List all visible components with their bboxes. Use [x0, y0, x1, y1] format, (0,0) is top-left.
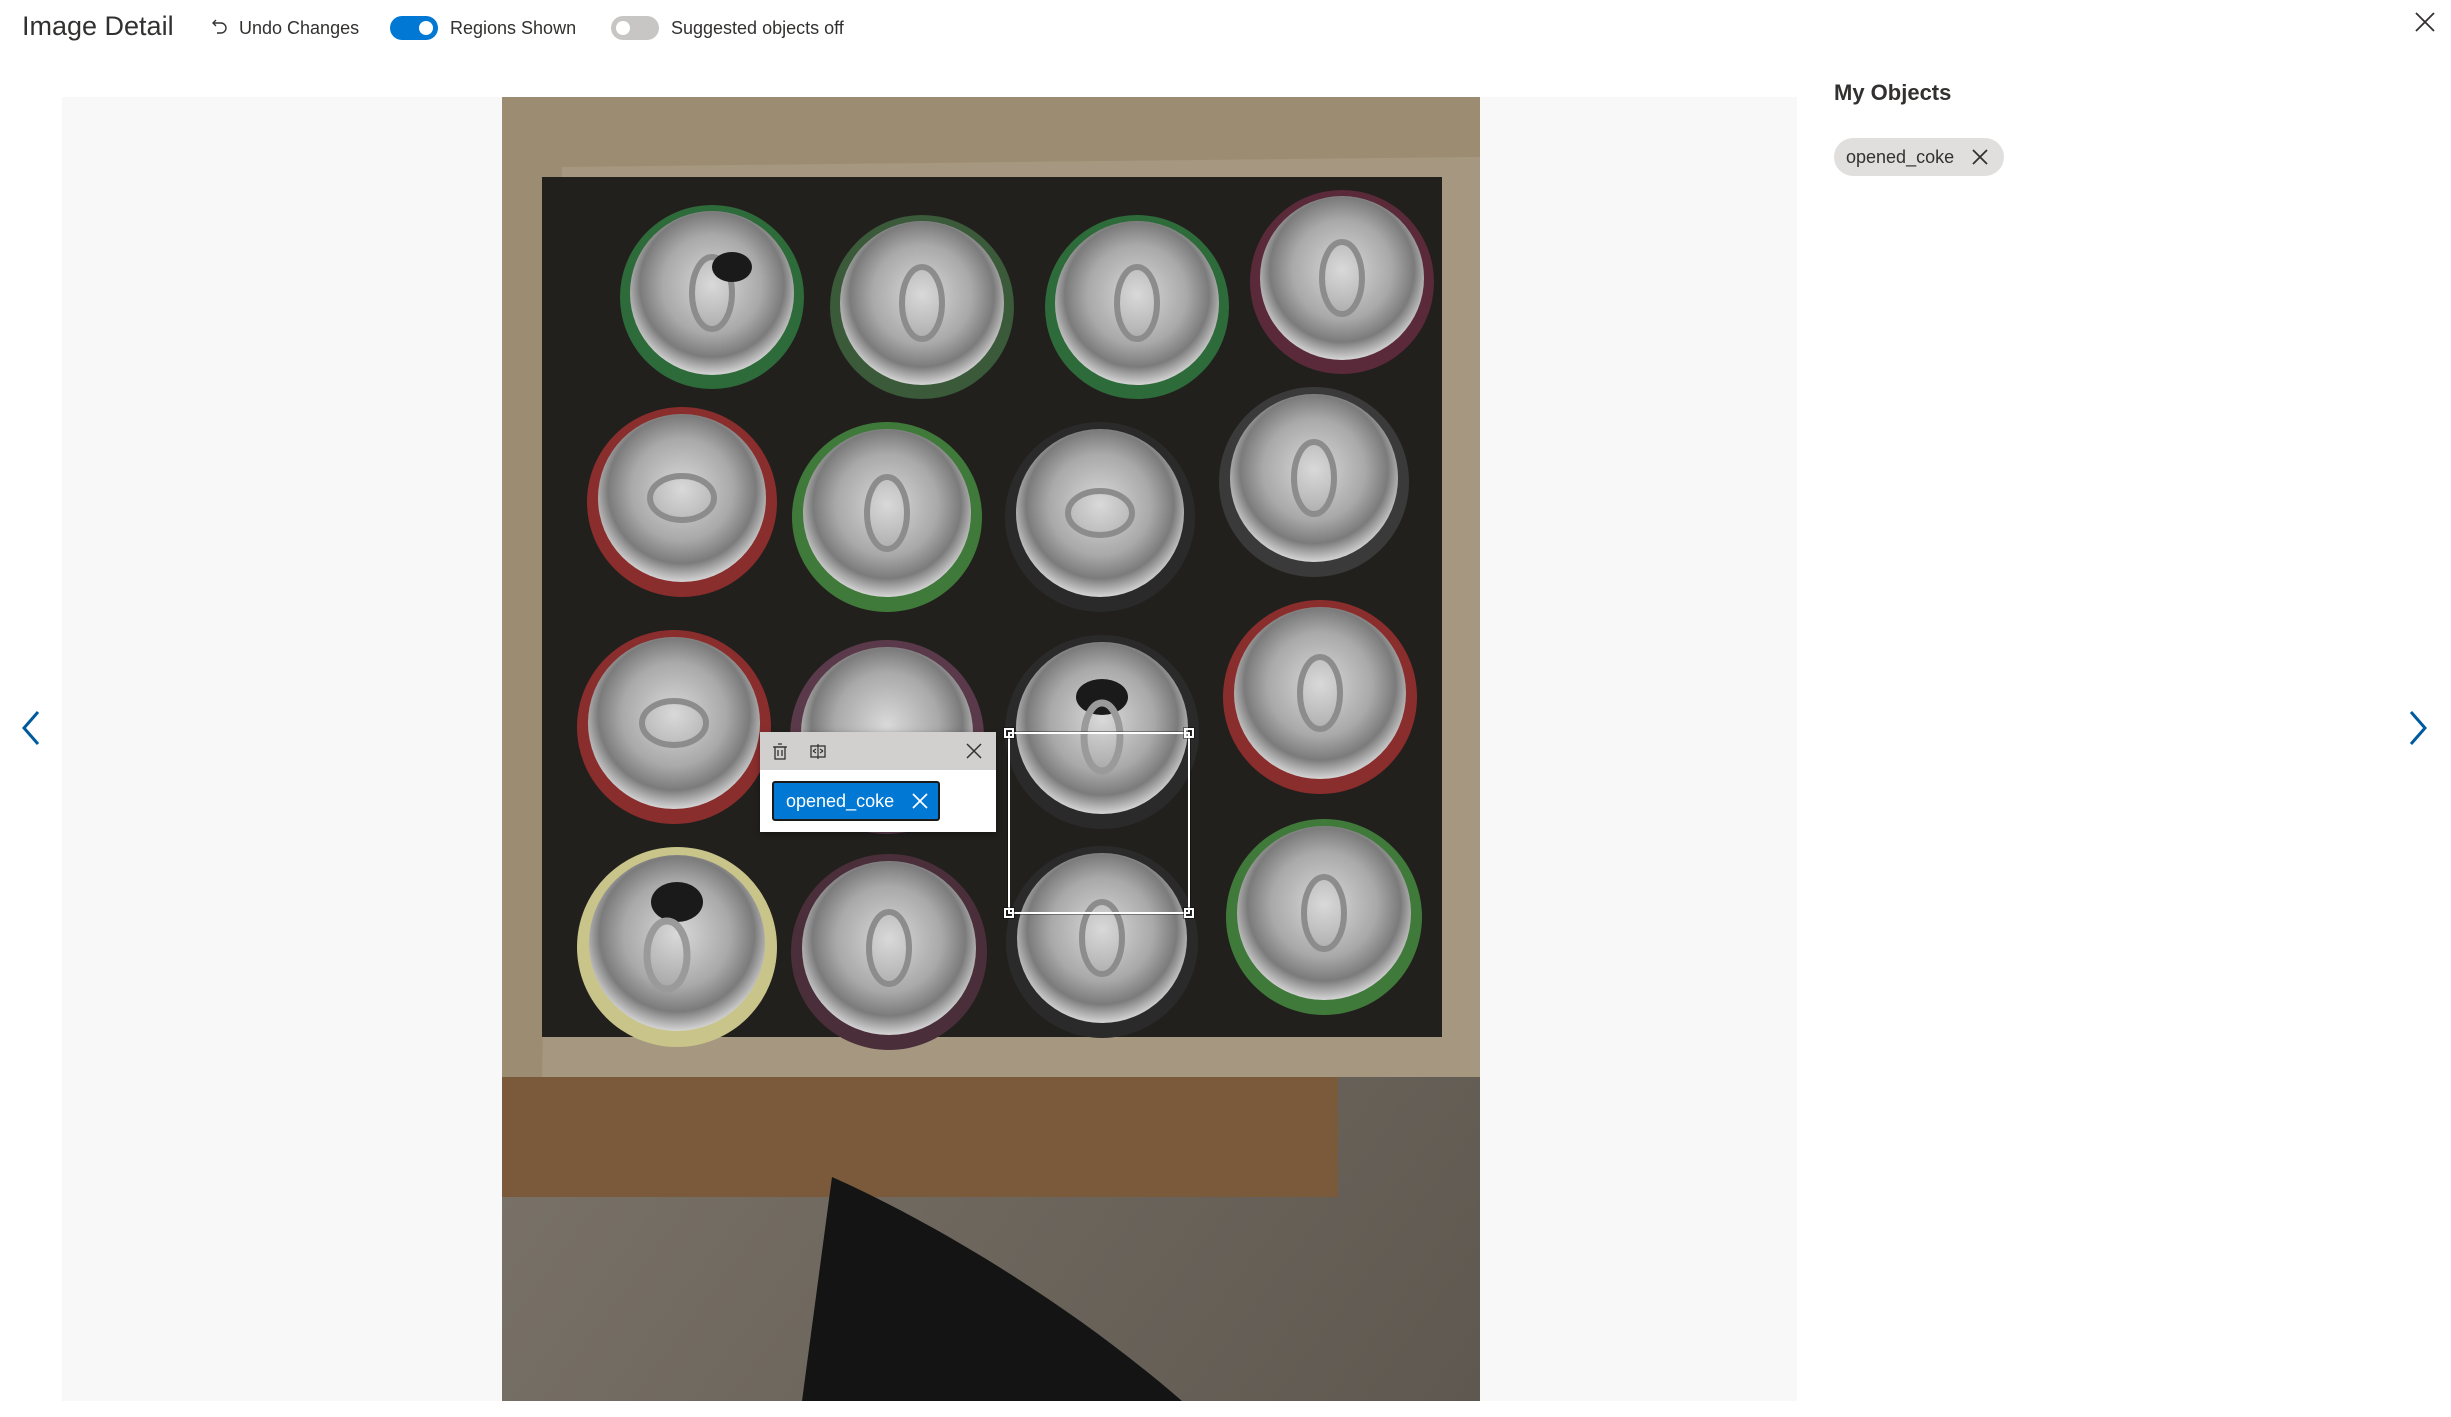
- close-icon[interactable]: [2411, 8, 2439, 36]
- suggested-objects-toggle-group: Suggested objects off: [611, 14, 844, 42]
- region-popup-toolbar: [760, 732, 996, 770]
- undo-changes-button[interactable]: Undo Changes: [211, 14, 359, 42]
- toggle-knob: [419, 21, 433, 35]
- region-tag-chip[interactable]: opened_coke: [772, 781, 940, 821]
- toggle-knob: [616, 21, 630, 35]
- chevron-left-icon[interactable]: [14, 706, 48, 750]
- regions-shown-label: Regions Shown: [450, 17, 577, 38]
- my-objects-panel: My Objects opened_coke: [1834, 80, 2414, 176]
- resize-handle-top-right[interactable]: [1184, 728, 1194, 738]
- page-title: Image Detail: [22, 11, 174, 41]
- resize-handle-top-left[interactable]: [1004, 728, 1014, 738]
- image-canvas[interactable]: opened_coke: [62, 97, 1797, 1401]
- my-objects-title: My Objects: [1834, 80, 1952, 105]
- remove-tag-icon[interactable]: [910, 791, 930, 811]
- compare-icon[interactable]: [808, 741, 828, 761]
- region-bounding-box[interactable]: [1004, 728, 1194, 918]
- regions-shown-toggle[interactable]: [390, 16, 438, 40]
- header-bar: Image Detail Undo Changes Regions Shown …: [0, 0, 2451, 56]
- object-chip-label: opened_coke: [1846, 146, 1955, 167]
- suggested-objects-toggle[interactable]: [611, 16, 659, 40]
- chevron-right-icon[interactable]: [2401, 706, 2435, 750]
- region-tag-popup: opened_coke: [760, 732, 996, 832]
- suggested-objects-label: Suggested objects off: [671, 17, 844, 38]
- close-icon[interactable]: [964, 741, 984, 761]
- object-chip-opened-coke[interactable]: opened_coke: [1834, 138, 2005, 176]
- resize-handle-bottom-right[interactable]: [1184, 908, 1194, 918]
- region-tag-label: opened_coke: [786, 790, 895, 811]
- trash-icon[interactable]: [770, 741, 790, 761]
- undo-changes-label: Undo Changes: [239, 17, 360, 38]
- undo-icon: [211, 17, 229, 40]
- resize-handle-bottom-left[interactable]: [1004, 908, 1014, 918]
- remove-object-icon[interactable]: [1970, 147, 1990, 167]
- regions-shown-toggle-group: Regions Shown: [390, 14, 576, 42]
